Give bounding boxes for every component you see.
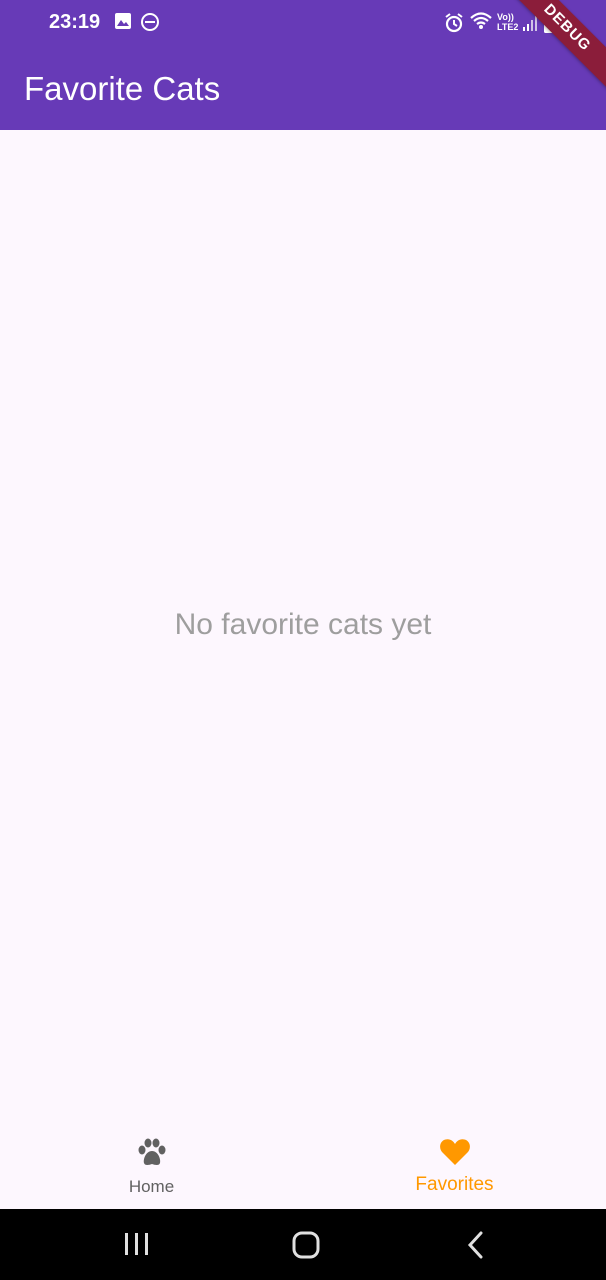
back-icon[interactable] [466, 1231, 484, 1264]
debug-banner: DEBUG [496, 0, 606, 99]
empty-state-message: No favorite cats yet [174, 608, 432, 641]
nav-label-favorites: Favorites [415, 1174, 494, 1195]
heart-icon [439, 1138, 471, 1171]
paw-icon [136, 1138, 168, 1173]
system-navigation-bar [0, 1209, 606, 1280]
bottom-navigation: Home Favorites [0, 1122, 606, 1209]
recent-apps-icon[interactable] [124, 1232, 150, 1261]
nav-label-home: Home [128, 1177, 175, 1196]
debug-banner-clip: DEBUG [0, 0, 606, 130]
home-button-icon[interactable] [292, 1231, 320, 1264]
nav-item-favorites[interactable]: Favorites [303, 1122, 606, 1209]
nav-item-home[interactable]: Home [0, 1122, 303, 1209]
